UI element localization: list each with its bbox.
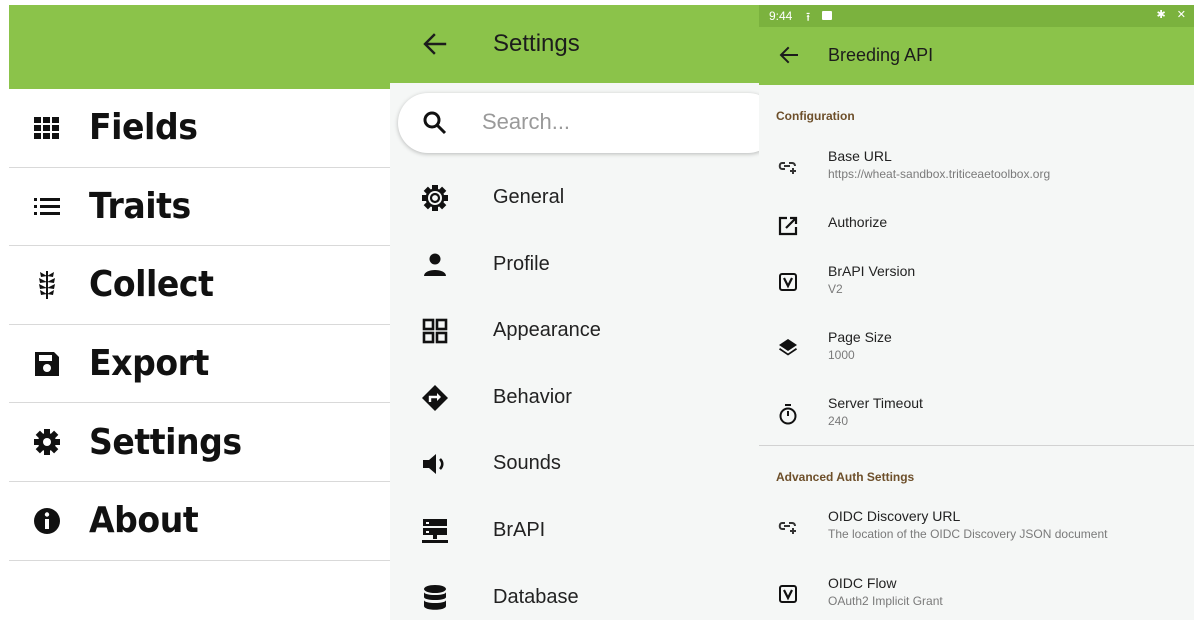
settings-item-behavior[interactable]: Behavior [390,364,759,430]
version-badge-icon [777,583,799,605]
menu-item-label: Settings [89,421,242,463]
wheat-icon [32,270,62,300]
pref-value: 1000 [828,348,855,362]
grid-icon [32,113,62,143]
menu-item-export[interactable]: Export [9,325,390,404]
gear-outline-icon [421,184,449,212]
list-icon [32,191,62,221]
settings-app-bar: Settings [390,5,759,83]
database-icon [421,584,449,612]
pref-title: OIDC Discovery URL [828,508,961,524]
section-header-advanced-auth: Advanced Auth Settings [776,470,915,484]
pref-value: The location of the OIDC Discovery JSON … [828,527,1108,541]
status-time: 9:44 [769,9,793,23]
server-icon [421,517,449,545]
back-arrow-icon[interactable] [422,31,448,57]
version-badge-icon [777,271,799,293]
timer-icon [777,403,799,425]
page-title: Settings [493,30,580,57]
pref-server-timeout[interactable]: Server Timeout 240 [759,389,1194,439]
menu-item-label: About [89,500,199,542]
pref-value: V2 [828,282,843,296]
pref-value: OAuth2 Implicit Grant [828,594,943,608]
main-menu-screen: Fields Traits Collect Export Settings Ab… [9,5,390,620]
pref-value: https://wheat-sandbox.triticeaetoolbox.o… [828,167,1051,181]
page-title: Breeding API [828,45,934,65]
menu-item-traits[interactable]: Traits [9,168,390,247]
pref-brapi-version[interactable]: BrAPI Version V2 [759,257,1194,307]
menu-item-fields[interactable]: Fields [9,89,390,168]
menu-item-settings[interactable]: Settings [9,403,390,482]
pref-title: Base URL [828,148,892,164]
settings-item-label: General [493,186,565,208]
settings-item-sounds[interactable]: Sounds [390,430,759,496]
info-icon [32,506,62,536]
pref-title: Server Timeout [828,395,923,411]
menu-item-label: Collect [89,264,214,306]
settings-item-database[interactable]: Database [390,564,759,620]
screenshot-collage: Fields Traits Collect Export Settings Ab… [0,0,1194,620]
status-bar: 9:44 ⭱ ✱ ✕ [759,5,1194,27]
settings-item-label: Database [493,586,579,608]
directions-icon [421,384,449,412]
menu-item-label: Traits [89,185,191,227]
settings-item-label: Behavior [493,386,572,408]
pref-authorize[interactable]: Authorize [759,201,1194,251]
settings-item-label: BrAPI [493,519,546,541]
section-divider [759,445,1194,446]
settings-item-label: Profile [493,253,550,275]
section-header-configuration: Configuration [776,109,855,123]
settings-screen: Settings Search... General Profile Appea… [390,5,759,620]
pref-oidc-flow[interactable]: OIDC Flow OAuth2 Implicit Grant [759,569,1194,619]
breeding-api-screen: 9:44 ⭱ ✱ ✕ Breeding API Configuration Ba… [759,5,1194,620]
pref-value: 240 [828,414,849,428]
settings-item-appearance[interactable]: Appearance [390,297,759,363]
open-in-new-icon [777,215,799,237]
person-icon [421,251,449,279]
link-add-icon [777,156,799,178]
gear-icon [32,427,62,457]
menu-item-label: Fields [89,107,198,149]
search-icon [422,110,448,136]
menu-item-collect[interactable]: Collect [9,246,390,325]
pref-title: Authorize [828,214,888,230]
main-menu-app-bar [9,5,390,89]
search-input[interactable]: Search... [482,109,570,135]
menu-item-label: Export [89,343,209,385]
pref-oidc-discovery-url[interactable]: OIDC Discovery URL The location of the O… [759,502,1194,552]
dashboard-icon [421,317,449,345]
bluetooth-icon: ✱ ✕ [1156,9,1190,21]
search-bar[interactable]: Search... [398,93,759,153]
brapi-app-bar: Breeding API [759,27,1194,85]
settings-item-brapi[interactable]: BrAPI [390,497,759,563]
back-arrow-icon[interactable] [779,45,799,65]
layers-icon [777,337,799,359]
link-add-icon [777,516,799,538]
settings-item-general[interactable]: General [390,164,759,230]
pref-title: Page Size [828,329,892,345]
image-icon [822,11,832,20]
pref-title: OIDC Flow [828,575,897,591]
menu-item-about[interactable]: About [9,482,390,561]
settings-item-profile[interactable]: Profile [390,231,759,297]
settings-item-label: Sounds [493,452,561,474]
save-icon [32,349,62,379]
settings-item-label: Appearance [493,319,601,341]
pref-page-size[interactable]: Page Size 1000 [759,323,1194,373]
pref-title: BrAPI Version [828,263,916,279]
volume-icon [421,450,449,478]
upload-icon: ⭱ [806,10,811,24]
pref-base-url[interactable]: Base URL https://wheat-sandbox.triticeae… [759,142,1194,192]
